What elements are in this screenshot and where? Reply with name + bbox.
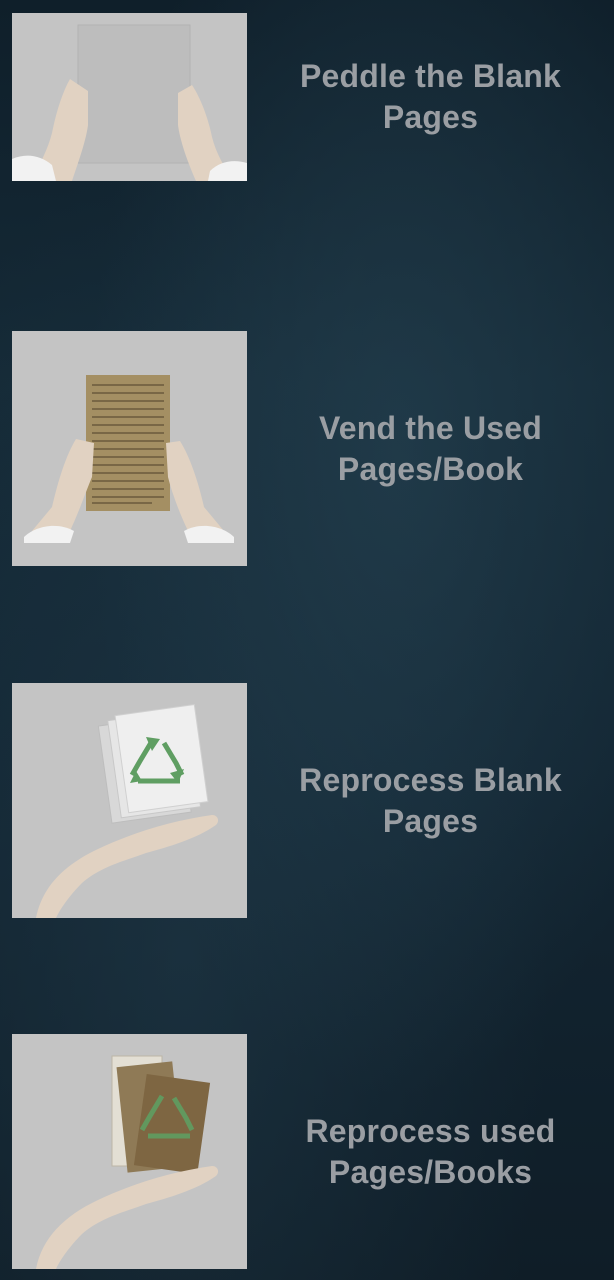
hands-holding-used-page-icon — [12, 331, 247, 566]
hands-holding-blank-page-icon — [12, 13, 247, 181]
option-vend-used-pages[interactable]: Vend the Used Pages/Book — [12, 331, 602, 566]
hand-recycle-blank-pages-icon — [12, 683, 247, 918]
option-reprocess-blank-pages[interactable]: Reprocess Blank Pages — [12, 683, 602, 918]
option-label: Vend the Used Pages/Book — [318, 409, 543, 487]
option-peddle-blank-pages[interactable]: Peddle the Blank Pages — [12, 13, 602, 181]
hand-recycle-used-books-icon — [12, 1034, 247, 1269]
option-label: Peddle the Blank Pages — [299, 58, 562, 135]
option-label: Reprocess Blank Pages — [299, 761, 562, 839]
option-label: Reprocess used Pages/Books — [305, 1112, 556, 1190]
option-reprocess-used-books[interactable]: Reprocess used Pages/Books — [12, 1034, 602, 1269]
